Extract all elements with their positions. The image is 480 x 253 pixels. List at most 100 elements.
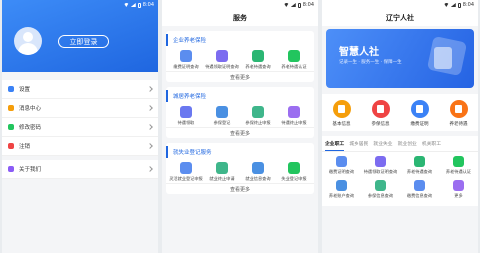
service-item-label: 养老待遇认证 [445, 169, 472, 174]
service-item-label: 养老待遇查询 [245, 64, 271, 69]
service-icon [453, 180, 464, 191]
profile-screen: 8:04 立即登录 设置消息中心修改密码注销 关于我们 [2, 0, 158, 253]
service-item[interactable]: 就业信息查询 [241, 162, 275, 181]
status-time: 8:04 [462, 2, 474, 8]
signal-icon [450, 3, 456, 7]
quick-action-icon [371, 100, 390, 118]
wifi-icon [443, 3, 449, 7]
service-item[interactable]: 养老待遇认证 [439, 156, 478, 175]
avatar[interactable] [14, 27, 42, 55]
service-icon [180, 162, 192, 174]
signal-icon [290, 3, 296, 7]
view-more-button[interactable]: 查看更多 [166, 127, 314, 138]
battery-icon [457, 2, 461, 8]
service-item-label: 灵活就业登记申报 [169, 176, 203, 181]
menu-item[interactable]: 关于我们 [2, 160, 158, 179]
battery-icon [137, 2, 141, 8]
service-icon [414, 180, 425, 191]
status-time: 8:04 [142, 2, 154, 8]
home-banner[interactable]: 智慧人社 记录一生 · 服务一生 · 保障一生 [326, 29, 474, 88]
service-item[interactable]: 待遇领取证明查询 [205, 50, 239, 69]
service-icon [375, 180, 386, 191]
service-item[interactable]: 就业终止申请 [205, 162, 239, 181]
battery-icon [297, 2, 301, 8]
menu-item[interactable]: 注销 [2, 137, 158, 156]
home-screen: 8:04 辽宁人社 智慧人社 记录一生 · 服务一生 · 保障一生 基本信息参保… [322, 0, 478, 253]
service-item[interactable]: 灵活就业登记申报 [169, 162, 203, 181]
service-icon [375, 156, 386, 167]
service-icon [414, 156, 425, 167]
section-grid: 待遇领取 参保登记 参保终止申报 待遇终止申报 [166, 102, 314, 127]
view-more-button[interactable]: 查看更多 [166, 71, 314, 82]
quick-action[interactable]: 缴费证明 [403, 100, 437, 127]
service-icon [252, 50, 264, 62]
quick-action-icon [332, 100, 351, 118]
menu-item-label: 设置 [19, 87, 31, 93]
service-item[interactable]: 缴费证明查询 [169, 50, 203, 69]
service-icon [216, 106, 228, 118]
service-item[interactable]: 待遇领取证明查询 [361, 156, 400, 175]
service-section: 企业养老保险缴费证明查询 待遇领取证明查询 养老待遇查询 养老待遇认证查看更多 [166, 31, 314, 82]
service-item[interactable]: 待遇终止申报 [277, 106, 311, 125]
menu-item-label: 注销 [19, 144, 31, 150]
tab-1[interactable]: 城乡居民 [349, 140, 368, 151]
tab-3[interactable]: 就业创业 [398, 140, 417, 151]
service-item[interactable]: 养老待遇查询 [241, 50, 275, 69]
signal-icon [130, 3, 136, 7]
service-item[interactable]: 缴费信息查询 [400, 180, 439, 199]
tab-4[interactable]: 机关职工 [422, 140, 441, 151]
service-icon [453, 156, 464, 167]
service-item-label: 养老待遇认证 [281, 64, 307, 69]
services-screen: 8:04 服务 企业养老保险 缴费证明查询 待遇领取证明查询 养老待遇查询 养老待遇认证… [162, 0, 318, 253]
status-time: 8:04 [302, 2, 314, 8]
service-icon [288, 162, 300, 174]
quick-action[interactable]: 参保信息 [364, 100, 398, 127]
quick-action[interactable]: 基本信息 [325, 100, 359, 127]
service-item[interactable]: 更多 [439, 180, 478, 199]
category-tabs: 企业职工 城乡居民 就业失业 就业创业 机关职工 [322, 136, 478, 152]
menu-item-label: 修改密码 [19, 125, 42, 131]
tab-2[interactable]: 就业失业 [373, 140, 392, 151]
quick-actions: 基本信息 参保信息 缴费证明 养老待遇 [322, 94, 478, 131]
quick-action-label: 参保信息 [371, 122, 390, 127]
service-item[interactable]: 参保信息查询 [361, 180, 400, 199]
quick-action-label: 基本信息 [332, 122, 351, 127]
login-button[interactable]: 立即登录 [58, 35, 109, 48]
service-grid: 缴费证明查询 待遇领取证明查询 养老待遇查询 养老待遇认证养老账户查询 参保信息查询 缴费… [322, 152, 478, 206]
service-item-label: 缴费信息查询 [406, 193, 433, 198]
service-item-label: 待遇领取 [177, 120, 195, 125]
service-item[interactable]: 养老待遇认证 [277, 50, 311, 69]
service-item-label: 参保信息查询 [367, 193, 394, 198]
service-item[interactable]: 待遇领取 [169, 106, 203, 125]
section-title: 企业养老保险 [166, 34, 314, 46]
quick-action-label: 养老待遇 [449, 122, 468, 127]
service-item[interactable]: 参保登记 [205, 106, 239, 125]
banner-title: 智慧人社 [339, 47, 379, 58]
service-icon [216, 50, 228, 62]
menu-item[interactable]: 修改密码 [2, 118, 158, 137]
service-item[interactable]: 缴费证明查询 [322, 156, 361, 175]
service-item[interactable]: 参保终止申报 [241, 106, 275, 125]
status-bar: 8:04 [2, 0, 158, 10]
menu-item[interactable]: 消息中心 [2, 99, 158, 118]
menu-item[interactable]: 设置 [2, 80, 158, 99]
service-item-label: 待遇终止申报 [281, 120, 307, 125]
banner-decoration [434, 47, 452, 69]
service-item-label: 待遇领取证明查询 [205, 64, 239, 69]
menu-icon [8, 86, 14, 92]
service-item[interactable]: 失业登记申报 [277, 162, 311, 181]
quick-action[interactable]: 养老待遇 [442, 100, 476, 127]
service-item-label: 参保终止申报 [245, 120, 271, 125]
page-title: 辽宁人社 [322, 10, 478, 26]
service-item-label: 就业信息查询 [245, 176, 271, 181]
profile-menu: 设置消息中心修改密码注销 [2, 80, 158, 156]
service-item-label: 待遇领取证明查询 [363, 169, 398, 174]
service-item[interactable]: 养老账户查询 [322, 180, 361, 199]
wifi-icon [283, 3, 289, 7]
wifi-icon [123, 3, 129, 7]
tab-0[interactable]: 企业职工 [325, 140, 345, 151]
chevron-right-icon [147, 124, 153, 130]
service-item[interactable]: 养老待遇查询 [400, 156, 439, 175]
service-icon [180, 50, 192, 62]
view-more-button[interactable]: 查看更多 [166, 183, 314, 194]
